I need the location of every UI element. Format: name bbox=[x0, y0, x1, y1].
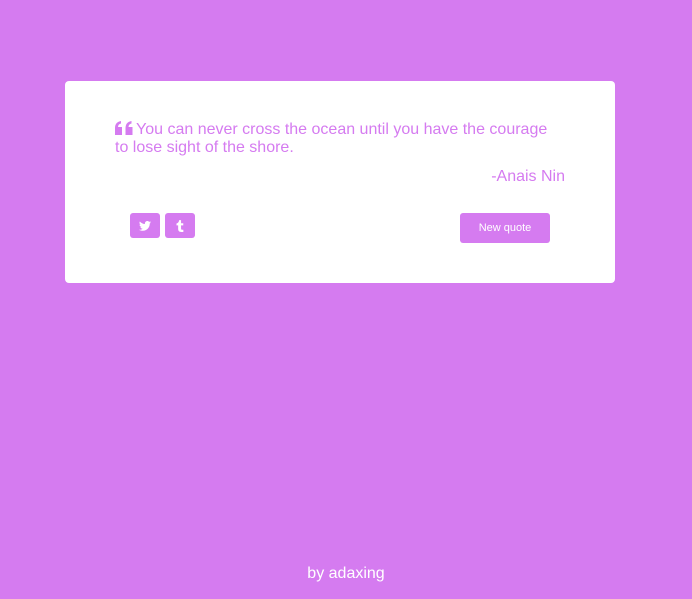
new-quote-button[interactable]: New quote bbox=[460, 213, 550, 243]
tweet-quote-button[interactable] bbox=[130, 213, 160, 238]
tumblr-icon bbox=[176, 219, 184, 232]
quote-author: -Anais Nin bbox=[491, 168, 565, 185]
quote-text: You can never cross the ocean until you … bbox=[115, 121, 548, 156]
quote-box: You can never cross the ocean until you … bbox=[65, 81, 615, 283]
footer-credit: by adaxing bbox=[307, 565, 385, 582]
tumblr-share-button[interactable] bbox=[165, 213, 195, 238]
quote-left-icon bbox=[115, 121, 133, 135]
quote-text-container: You can never cross the ocean until you … bbox=[115, 121, 565, 157]
twitter-icon bbox=[139, 220, 151, 231]
